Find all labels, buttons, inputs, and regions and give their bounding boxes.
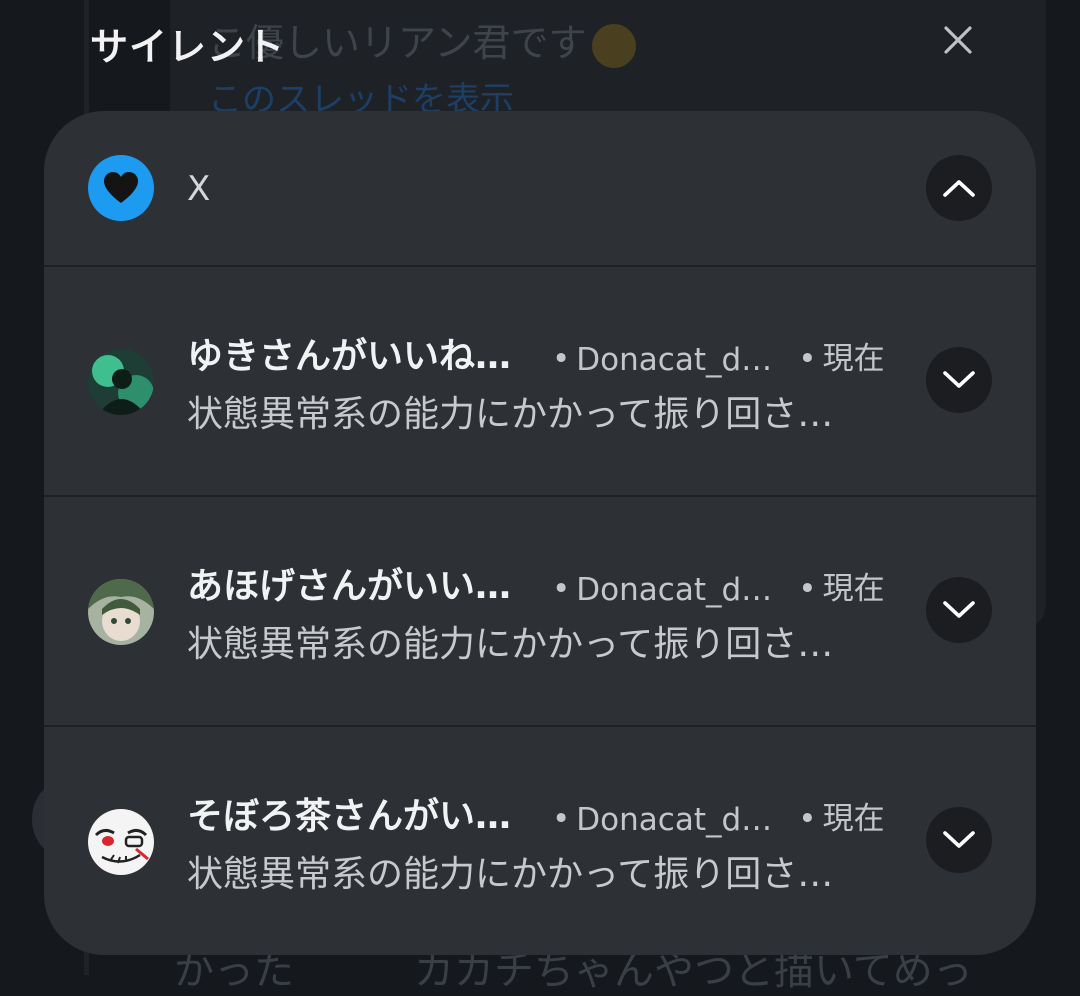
silent-section-title: サイレント — [90, 25, 286, 69]
notification-account: Donacat_di… — [576, 802, 777, 838]
app-icon — [88, 155, 154, 221]
notification-title: ゆきさんがいいね… — [187, 336, 512, 377]
expand-notification-button[interactable] — [926, 347, 992, 413]
notification-meta: • Donacat_di… • 現在 — [552, 333, 885, 378]
notification-item[interactable]: そぼろ茶さんがい… • Donacat_di… • 現在 状態異常系の能力にかかって振… — [44, 727, 1036, 955]
meta-separator: • — [552, 341, 571, 377]
chevron-up-icon — [943, 180, 975, 197]
chevron-down-icon — [943, 831, 975, 848]
collapse-group-button[interactable] — [926, 155, 992, 221]
notification-title: あほげさんがいい… — [187, 566, 512, 607]
meta-separator: • — [552, 571, 571, 607]
expand-notification-button[interactable] — [926, 577, 992, 643]
notification-body: 状態異常系の能力にかかって振り回さ… — [187, 394, 834, 435]
notification-body: 状態異常系の能力にかかって振り回さ… — [187, 854, 834, 895]
meta-separator: • — [552, 801, 571, 837]
user-avatar — [88, 349, 154, 415]
notification-item[interactable]: ゆきさんがいいね… • Donacat_di… • 現在 状態異常系の能力にかかって振… — [44, 267, 1036, 495]
notification-body: 状態異常系の能力にかかって振り回さ… — [187, 624, 834, 665]
close-icon — [944, 26, 972, 54]
heart-icon — [104, 172, 138, 203]
chevron-down-icon — [943, 371, 975, 388]
notification-account: Donacat_di… — [576, 572, 777, 608]
notification-time: • 現在 — [798, 341, 885, 377]
dismiss-all-button[interactable] — [930, 12, 986, 68]
notification-time: • 現在 — [798, 801, 885, 837]
notification-meta: • Donacat_di… • 現在 — [552, 793, 885, 838]
notification-account: Donacat_di… — [576, 342, 777, 378]
user-avatar — [88, 579, 154, 645]
notification-group-card[interactable]: X ゆきさんがいいね… • Donacat_di… • 現在 状態異常系の能力にかかっ… — [44, 111, 1036, 955]
notification-meta: • Donacat_di… • 現在 — [552, 563, 885, 608]
app-name: X — [187, 169, 211, 209]
notification-item[interactable]: あほげさんがいい… • Donacat_di… • 現在 状態異常系の能力にかかって振… — [44, 497, 1036, 725]
chevron-down-icon — [943, 601, 975, 618]
user-avatar — [88, 809, 154, 875]
expand-notification-button[interactable] — [926, 807, 992, 873]
notification-group-header[interactable]: X — [44, 111, 1036, 265]
notification-title: そぼろ茶さんがい… — [187, 796, 512, 837]
smile-emoji-icon — [592, 23, 637, 68]
notification-time: • 現在 — [798, 571, 885, 607]
